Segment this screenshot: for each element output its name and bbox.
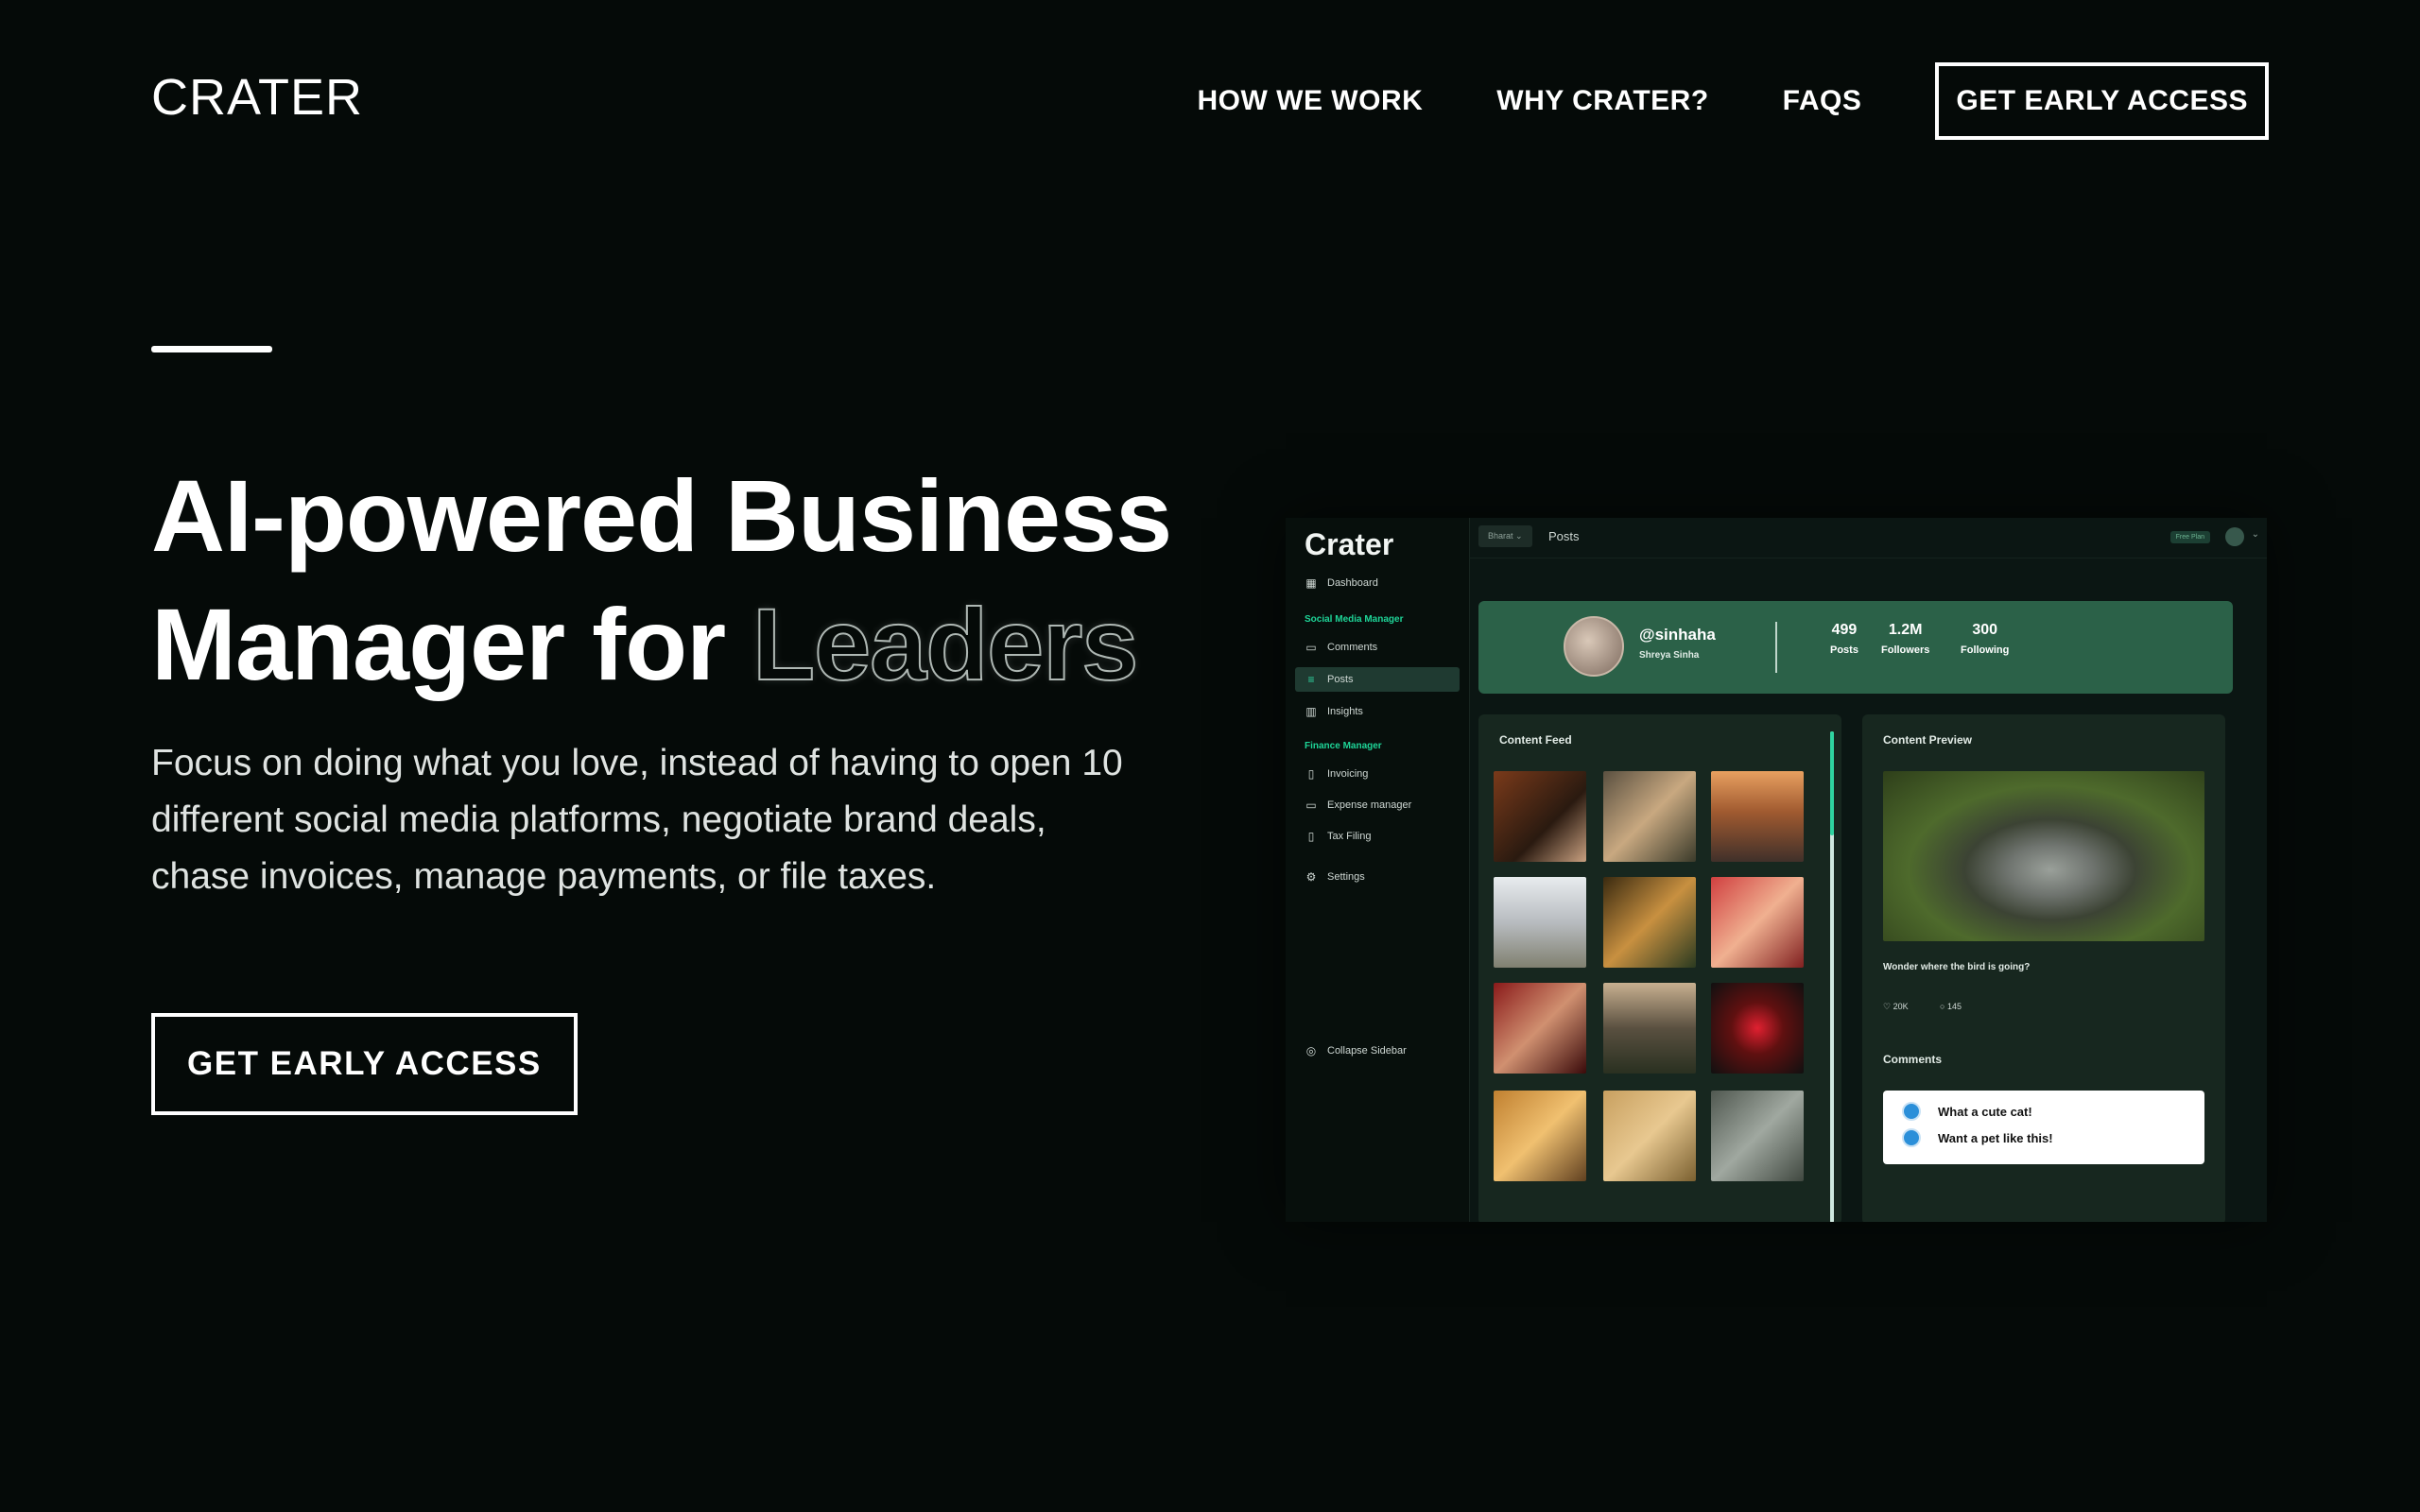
comments-title: Comments bbox=[1883, 1053, 1943, 1066]
feed-scrollbar bbox=[1830, 731, 1834, 1222]
profile-banner: @sinhaha Shreya Sinha 499 Posts 1.2M Fol… bbox=[1478, 601, 2233, 694]
topbar-title: Posts bbox=[1548, 529, 1580, 543]
sidebar-item-dashboard: ▦ Dashboard bbox=[1295, 571, 1460, 595]
content-preview-title: Content Preview bbox=[1883, 733, 1973, 747]
feed-thumbnail bbox=[1494, 771, 1586, 862]
stat-label: Following bbox=[1961, 644, 2010, 656]
heart-icon: ♡ bbox=[1883, 1002, 1892, 1011]
comment-item: What a cute cat! bbox=[1902, 1102, 2032, 1121]
likes-count: 20K bbox=[1893, 1002, 1909, 1011]
feed-thumbnail bbox=[1711, 1091, 1804, 1181]
feed-thumbnail bbox=[1603, 771, 1696, 862]
hero-headline: AI-powered Business Manager for Leaders bbox=[151, 452, 1172, 709]
sidebar-collapse: ◎ Collapse Sidebar bbox=[1295, 1039, 1460, 1063]
feed-thumbnail bbox=[1494, 983, 1586, 1074]
feed-thumbnail bbox=[1603, 983, 1696, 1074]
sidebar-item-settings: ⚙ Settings bbox=[1295, 865, 1460, 889]
stat-following: 300 Following bbox=[1961, 622, 2009, 656]
nav-faqs[interactable]: FAQS bbox=[1783, 85, 1862, 117]
comment-text: Want a pet like this! bbox=[1938, 1130, 2053, 1145]
comment-bubble-icon: ○ bbox=[1940, 1002, 1945, 1011]
sidebar-section-finance: Finance Manager bbox=[1305, 741, 1382, 751]
collapse-icon: ◎ bbox=[1305, 1044, 1317, 1057]
sidebar-label: Dashboard bbox=[1327, 577, 1378, 589]
document-icon: ▯ bbox=[1307, 830, 1315, 843]
mockup-topbar: Bharat ⌄ Posts Free Plan ⌄ bbox=[1469, 518, 2267, 558]
headline-line-1: AI-powered Business bbox=[151, 458, 1172, 573]
mockup-brand: Crater bbox=[1305, 527, 1394, 561]
stat-value: 1.2M bbox=[1888, 622, 1923, 638]
sidebar-label: Expense manager bbox=[1327, 799, 1412, 811]
sidebar-item-expense: ▭ Expense manager bbox=[1295, 793, 1460, 817]
sidebar-label: Settings bbox=[1327, 871, 1365, 883]
feed-thumbnail bbox=[1603, 1091, 1696, 1181]
wallet-icon: ▭ bbox=[1305, 799, 1317, 812]
feed-thumbnail bbox=[1603, 877, 1696, 968]
chevron-down-icon: ⌄ bbox=[2251, 529, 2259, 540]
feed-thumbnail bbox=[1711, 877, 1804, 968]
sidebar-label: Invoicing bbox=[1327, 768, 1369, 780]
mockup-sidebar: Crater ▦ Dashboard Social Media Manager ▭… bbox=[1286, 518, 1470, 1222]
feed-thumbnail bbox=[1494, 1091, 1586, 1181]
stat-label: Followers bbox=[1881, 644, 1930, 656]
hero-subtitle: Focus on doing what you love, instead of… bbox=[151, 743, 1123, 897]
profile-avatar bbox=[1564, 616, 1624, 677]
sidebar-item-invoicing: ▯ Invoicing bbox=[1295, 762, 1460, 786]
sidebar-item-tax: ▯ Tax Filing bbox=[1295, 824, 1460, 849]
feed-thumbnail bbox=[1494, 877, 1586, 968]
content-preview: Content Preview Wonder where the bird is… bbox=[1862, 714, 2225, 1222]
app-mockup: Crater ▦ Dashboard Social Media Manager ▭… bbox=[1286, 518, 2267, 1222]
headline-outline-word: Leaders bbox=[752, 586, 1139, 702]
account-selector: Bharat ⌄ bbox=[1478, 525, 1532, 547]
nav-why-crater[interactable]: WHY CRATER? bbox=[1496, 85, 1708, 117]
stat-followers: 1.2M Followers bbox=[1881, 622, 1929, 656]
sidebar-label: Comments bbox=[1327, 642, 1378, 653]
content-feed: Content Feed bbox=[1478, 714, 1841, 1222]
sidebar-item-comments: ▭ Comments bbox=[1295, 635, 1460, 660]
content-feed-title: Content Feed bbox=[1499, 733, 1572, 747]
grid-icon: ▦ bbox=[1305, 576, 1317, 590]
comments-count: 145 bbox=[1946, 1002, 1962, 1011]
sidebar-section-social: Social Media Manager bbox=[1305, 614, 1404, 625]
profile-name: Shreya Sinha bbox=[1639, 650, 1700, 661]
sidebar-label: Posts bbox=[1327, 674, 1354, 685]
preview-image bbox=[1883, 771, 2204, 941]
plan-badge: Free Plan bbox=[2169, 531, 2210, 543]
sidebar-item-insights: ▥ Insights bbox=[1295, 699, 1460, 724]
stat-posts: 499 Posts bbox=[1830, 622, 1858, 656]
user-avatar bbox=[2225, 527, 2244, 546]
sidebar-item-posts: ≡ Posts bbox=[1295, 667, 1460, 692]
sidebar-label: Tax Filing bbox=[1327, 831, 1372, 842]
stat-label: Posts bbox=[1830, 644, 1858, 656]
comment-icon: ▭ bbox=[1305, 641, 1317, 654]
nav-get-early-access-button[interactable]: GET EARLY ACCESS bbox=[1935, 62, 2269, 140]
profile-divider bbox=[1775, 622, 1777, 673]
feed-scrollbar-thumb bbox=[1830, 731, 1834, 835]
chart-icon: ▥ bbox=[1305, 705, 1317, 718]
stat-value: 499 bbox=[1831, 622, 1858, 638]
comment-item: Want a pet like this! bbox=[1902, 1128, 2053, 1147]
nav-how-we-work[interactable]: HOW WE WORK bbox=[1197, 85, 1423, 117]
feed-thumbnail bbox=[1711, 983, 1804, 1074]
sidebar-label: Insights bbox=[1327, 706, 1363, 717]
hero-accent-line bbox=[151, 346, 272, 352]
stat-value: 300 bbox=[1972, 622, 1998, 638]
profile-handle: @sinhaha bbox=[1639, 626, 1716, 644]
commenter-avatar bbox=[1902, 1128, 1921, 1147]
comments-box: What a cute cat! Want a pet like this! bbox=[1883, 1091, 2204, 1164]
invoice-icon: ▯ bbox=[1307, 767, 1315, 781]
gear-icon: ⚙ bbox=[1305, 870, 1317, 884]
likes-metric: ♡ 20K bbox=[1883, 1002, 1909, 1012]
commenter-avatar bbox=[1902, 1102, 1921, 1121]
feed-thumbnail bbox=[1711, 771, 1804, 862]
list-icon: ≡ bbox=[1307, 673, 1315, 686]
preview-caption: Wonder where the bird is going? bbox=[1883, 962, 2031, 972]
comment-text: What a cute cat! bbox=[1938, 1104, 2032, 1119]
brand-logo[interactable]: CRATER bbox=[151, 68, 363, 127]
comments-metric: ○ 145 bbox=[1940, 1002, 1962, 1011]
headline-line-2: Manager for bbox=[151, 587, 753, 701]
top-nav: HOW WE WORK WHY CRATER? FAQS GET EARLY A… bbox=[1123, 62, 2269, 140]
hero-get-early-access-button[interactable]: GET EARLY ACCESS bbox=[151, 1013, 578, 1115]
sidebar-label: Collapse Sidebar bbox=[1327, 1045, 1407, 1057]
